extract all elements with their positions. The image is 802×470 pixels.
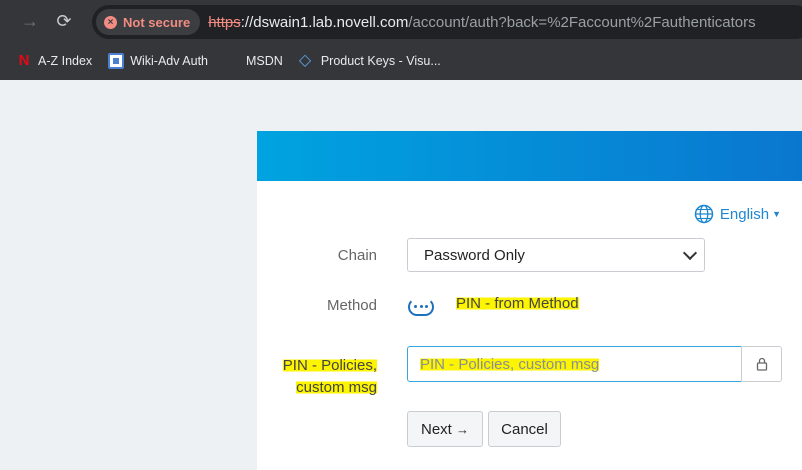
caret-down-icon: ▼	[772, 209, 781, 219]
address-bar[interactable]: × Not secure https://dswain1.lab.novell.…	[92, 5, 802, 39]
visual-studio-icon: ◇	[298, 52, 312, 69]
language-selector[interactable]: English ▼	[694, 204, 781, 224]
cancel-button[interactable]: Cancel	[488, 411, 561, 447]
pin-dots-icon	[408, 298, 434, 316]
bookmark-msdn[interactable]: MSDN	[224, 53, 283, 69]
bookmark-label: A-Z Index	[38, 54, 93, 68]
arrow-right-icon: →	[456, 421, 469, 437]
back-arrow-icon[interactable]: →	[14, 5, 46, 37]
pin-label-line2: custom msg	[296, 379, 377, 396]
bookmarks-bar: N A-Z Index Wiki-Adv Auth MSDN ◇ Product…	[0, 42, 802, 80]
next-label: Next	[420, 420, 452, 438]
url-scheme: https	[208, 13, 241, 31]
url-host: dswain1.lab.novell.com	[253, 13, 409, 31]
card-header-banner	[257, 131, 802, 181]
pin-label-line1: PIN - Policies,	[282, 357, 377, 374]
bookmark-label: Product Keys - Visu...	[320, 54, 441, 68]
chain-select[interactable]: Password Only	[407, 238, 705, 272]
url-text[interactable]: https://dswain1.lab.novell.com/account/a…	[208, 14, 755, 31]
reload-icon[interactable]: ⟳	[48, 5, 80, 37]
wiki-icon	[108, 53, 125, 69]
method-value: PIN - from Method	[456, 295, 579, 312]
security-chip[interactable]: × Not secure	[96, 9, 201, 35]
language-label: English	[719, 205, 770, 223]
method-label: Method	[326, 297, 377, 314]
pin-field-label: PIN - Policies, custom msg	[282, 355, 377, 399]
bookmark-wiki-adv-auth[interactable]: Wiki-Adv Auth	[108, 53, 208, 69]
bookmark-label: MSDN	[246, 54, 283, 68]
url-separator: ://	[240, 13, 254, 31]
chain-label: Chain	[337, 247, 377, 264]
lock-toggle-button[interactable]	[741, 346, 782, 382]
bookmark-a-z-index[interactable]: N A-Z Index	[16, 52, 93, 69]
microsoft-logo-icon	[224, 53, 240, 69]
netflix-n-icon: N	[18, 52, 30, 69]
chain-selected-value: Password Only	[424, 246, 525, 264]
login-card: English ▼ Chain Password Only Method PIN…	[257, 131, 802, 470]
bookmark-label: Wiki-Adv Auth	[130, 54, 208, 68]
pin-placeholder: PIN - Policies, custom msg	[420, 355, 600, 373]
bookmark-product-keys[interactable]: ◇ Product Keys - Visu...	[299, 53, 441, 69]
next-button[interactable]: Next →	[407, 411, 483, 447]
chevron-down-icon	[682, 245, 698, 261]
warning-icon: ×	[104, 15, 117, 29]
lock-icon	[756, 357, 767, 371]
url-path: /account/auth?back=%2Faccount%2Fauthenti…	[408, 13, 756, 31]
security-label: Not secure	[123, 14, 191, 30]
globe-icon	[694, 204, 714, 224]
cancel-label: Cancel	[501, 420, 548, 438]
browser-toolbar: → ⟳ × Not secure https://dswain1.lab.nov…	[0, 0, 802, 42]
pin-input[interactable]: PIN - Policies, custom msg	[407, 346, 742, 382]
